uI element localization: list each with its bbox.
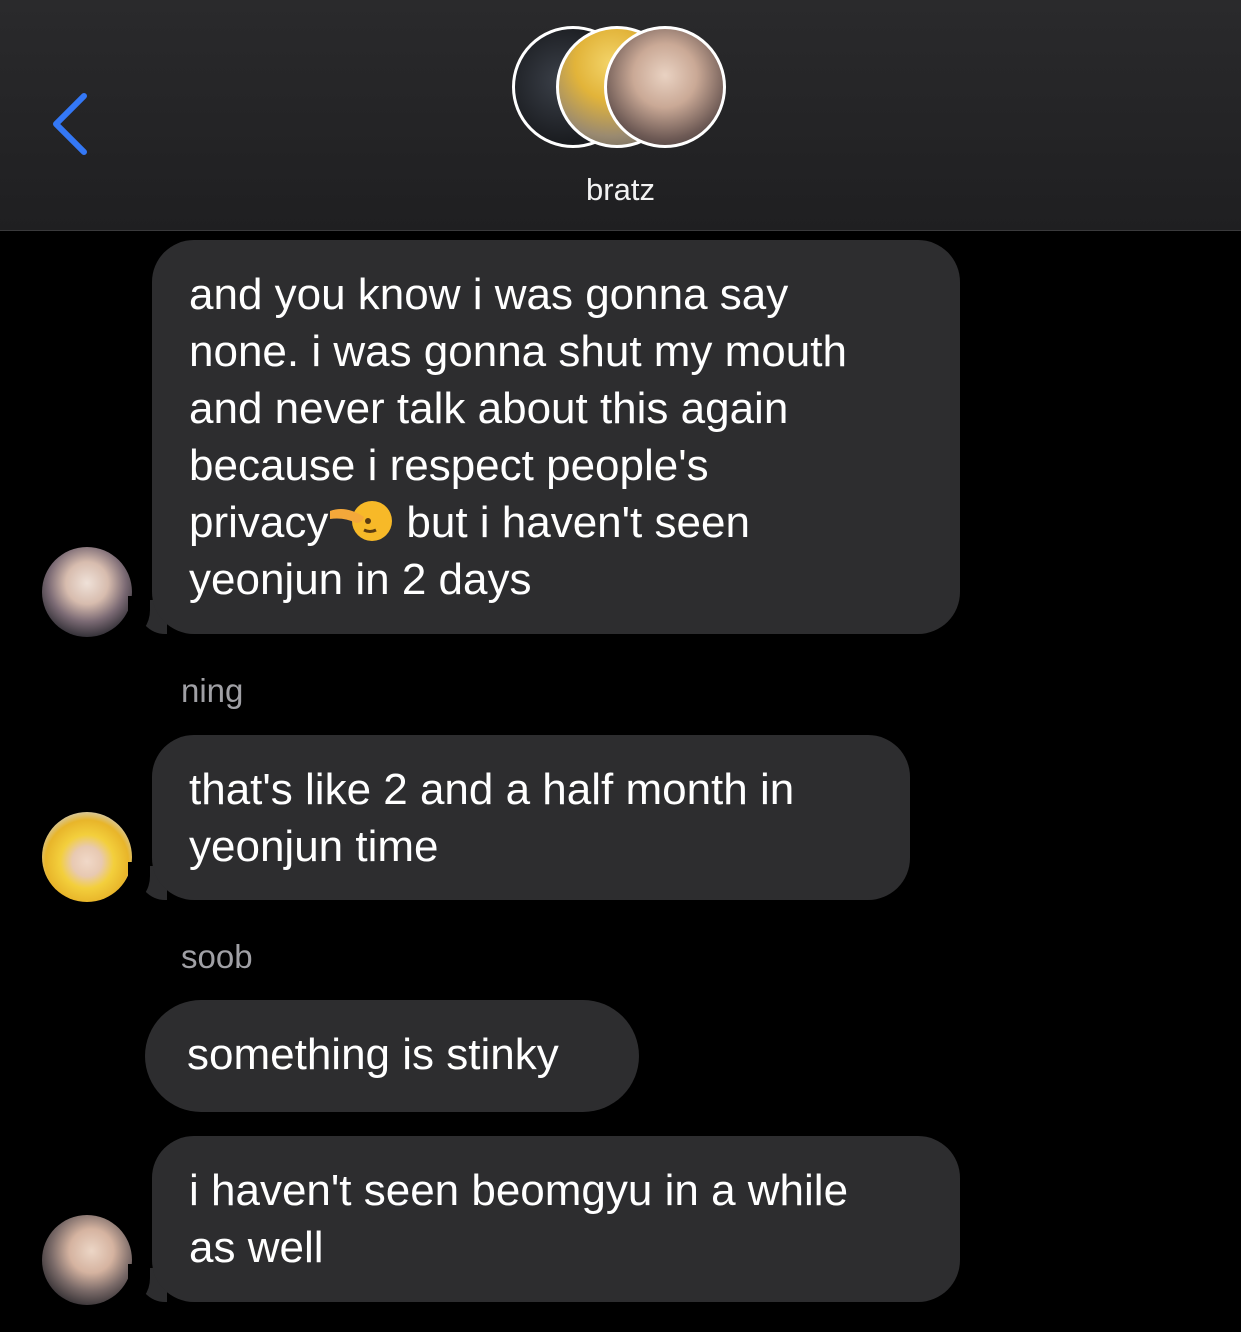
sender-avatar[interactable] bbox=[42, 1215, 132, 1305]
sender-avatar[interactable] bbox=[42, 547, 132, 637]
chat-header: bratz bbox=[0, 0, 1241, 231]
message-line-with-emoji: privacy but i haven't seen bbox=[189, 494, 924, 551]
message-line: because i respect people's bbox=[189, 441, 709, 490]
message-line: and you know i was gonna say bbox=[189, 270, 789, 319]
message-bubble[interactable]: something is stinky bbox=[145, 1000, 639, 1112]
message-line: none. i was gonna shut my mouth bbox=[189, 327, 847, 376]
chevron-left-icon bbox=[53, 93, 87, 155]
message-line: i haven't seen beomgyu in a while bbox=[189, 1166, 849, 1215]
message-line: yeonjun in 2 days bbox=[189, 555, 532, 604]
group-avatar-stack[interactable] bbox=[512, 26, 732, 154]
sender-name: ning bbox=[181, 672, 244, 709]
message-bubble[interactable]: and you know i was gonna say none. i was… bbox=[152, 240, 960, 634]
message-line: something is stinky bbox=[187, 1030, 559, 1079]
message-text: privacy bbox=[189, 498, 329, 547]
message-bubble[interactable]: i haven't seen beomgyu in a while as wel… bbox=[152, 1136, 960, 1302]
group-member-avatar bbox=[604, 26, 726, 148]
message-line: and never talk about this again bbox=[189, 384, 789, 433]
message-line: as well bbox=[189, 1223, 324, 1272]
message-line: that's like 2 and a half month in bbox=[189, 765, 795, 814]
message-bubble[interactable]: that's like 2 and a half month in yeonju… bbox=[152, 735, 910, 900]
bubble-tail-mask bbox=[128, 862, 150, 902]
message-line: yeonjun time bbox=[189, 822, 439, 871]
message-text: but i haven't seen bbox=[406, 498, 750, 547]
bubble-tail-mask bbox=[128, 1264, 150, 1304]
saluting-face-icon bbox=[330, 501, 393, 541]
bubble-tail-mask bbox=[128, 596, 150, 636]
sender-name: soob bbox=[181, 938, 253, 975]
back-button[interactable] bbox=[40, 82, 100, 162]
sender-avatar[interactable] bbox=[42, 812, 132, 902]
chat-title[interactable]: bratz bbox=[0, 172, 1241, 208]
